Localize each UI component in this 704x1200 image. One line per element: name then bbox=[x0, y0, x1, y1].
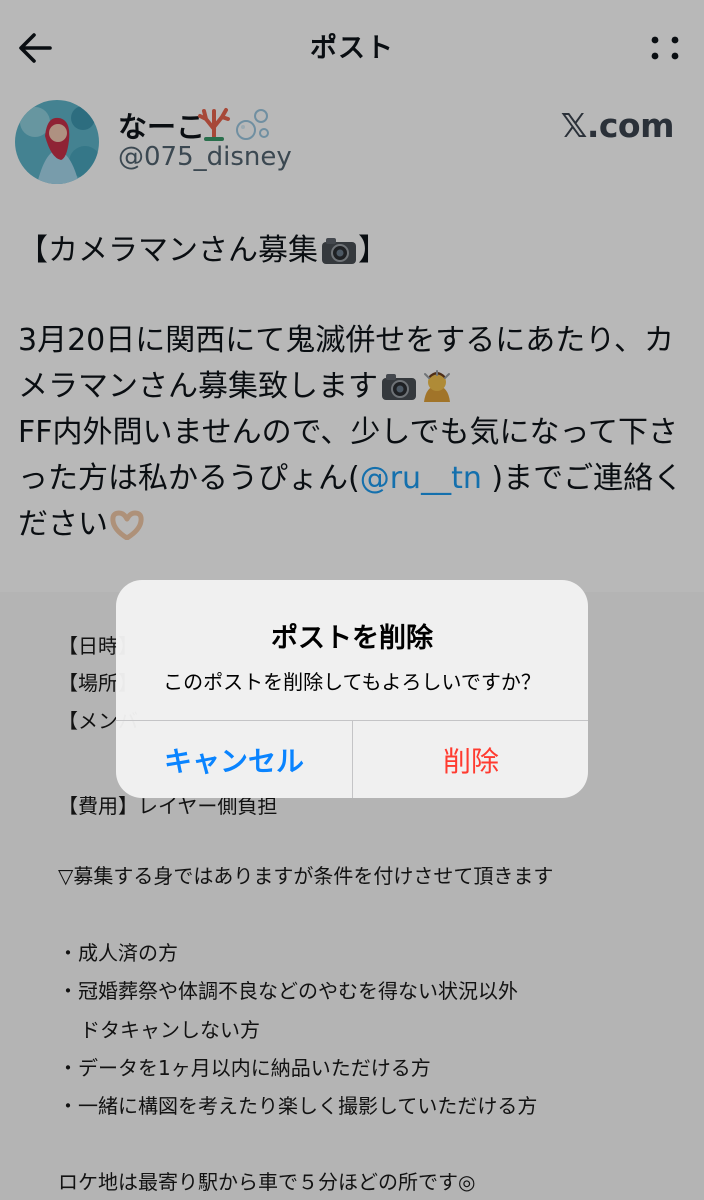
dialog-message: このポストを削除してもよろしいですか？ bbox=[163, 670, 541, 694]
delete-confirmation-dialog: ポストを削除 このポストを削除してもよろしいですか？ キャンセル 削除 bbox=[116, 580, 588, 798]
screen: ポスト なーこ @075_disney 𝕏.com 【カメラマンさん募集 】 3… bbox=[0, 0, 704, 1200]
delete-button[interactable]: 削除 bbox=[353, 721, 588, 798]
cancel-button[interactable]: キャンセル bbox=[116, 721, 352, 798]
dialog-title: ポストを削除 bbox=[271, 623, 433, 654]
